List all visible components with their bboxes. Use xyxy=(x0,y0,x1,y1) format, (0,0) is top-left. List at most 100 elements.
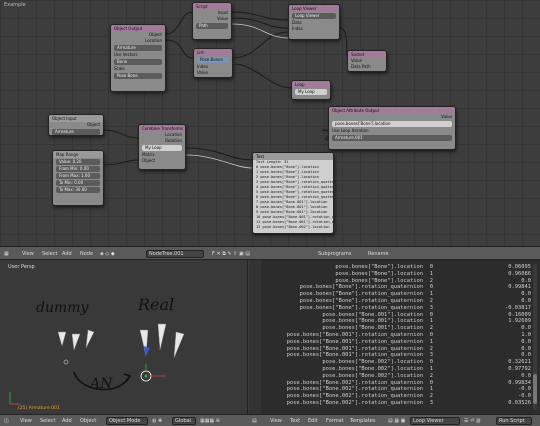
value: 0.96086 xyxy=(508,270,531,277)
value-field[interactable]: Value: 0.20 xyxy=(56,159,100,165)
viewport-drawing: dummy Real AN xyxy=(9,295,185,405)
map-range-node[interactable]: Map Range Value: 0.20 From Min: 0.00 Fro… xyxy=(52,150,104,206)
socket-label: Value xyxy=(441,114,452,119)
node-editor-header: ▦ View Select Add Node ◈ ◇ ◆ NodeTree.00… xyxy=(0,246,540,260)
value: 0.97792 xyxy=(508,366,531,372)
data-path: pose.bones["Bone"].rotation_quaternion xyxy=(299,304,423,311)
text-scrollbar[interactable] xyxy=(533,264,537,410)
menu-add[interactable]: Add xyxy=(62,417,72,425)
combine-field[interactable]: My Loop xyxy=(142,145,182,151)
value: 0.32621 xyxy=(508,359,531,366)
data-path: pose.bones["Bone.001"].location xyxy=(322,311,423,318)
subprograms-button[interactable]: Subprograms xyxy=(318,250,351,258)
tree-type-icon[interactable]: ◈ ◇ ◆ xyxy=(100,250,115,258)
to-min-field[interactable]: To Min: 0.00 xyxy=(56,180,100,186)
text-menu-edit[interactable]: Edit xyxy=(308,417,318,425)
data-path: pose.bones["Bone"].rotation_quaternion xyxy=(299,298,423,304)
loop-viewer-node[interactable]: Loop Viewer Loop Viewer Data Index xyxy=(288,4,340,40)
value: -0.0 xyxy=(518,393,531,400)
list-field[interactable]: Pose Bones xyxy=(197,57,229,63)
data-path-field[interactable]: pose.bones['Bone'].location xyxy=(332,121,452,127)
editor-type-icon[interactable]: ▦ xyxy=(4,250,9,258)
scroll-thumb[interactable] xyxy=(533,374,537,404)
text-icons[interactable]: ▤ ▦ ▣ xyxy=(388,417,405,425)
node-title: Text xyxy=(253,153,333,160)
array-index: 2 xyxy=(429,345,433,352)
text-menu-templates[interactable]: Templates xyxy=(350,417,375,425)
value: 0.0 xyxy=(521,298,531,304)
path-field[interactable]: Path xyxy=(196,23,228,29)
menu-add[interactable]: Add xyxy=(62,250,72,258)
node-title: Object Attribute Output xyxy=(329,107,455,114)
handwritten-real: Real xyxy=(137,295,174,314)
node-tree-select[interactable]: NodeTree.001 xyxy=(146,250,204,258)
use-loop-checkbox[interactable]: Use Loop Iteration xyxy=(329,128,455,134)
array-index: 3 xyxy=(429,400,433,406)
value: 0.99841 xyxy=(508,284,531,291)
text-block-select[interactable]: Loop Viewer xyxy=(410,417,460,425)
data-path: pose.bones["Bone.002"].location xyxy=(322,359,423,366)
text-editor[interactable]: pose.bones["Bone"].location 0 0.06095 pose.… xyxy=(249,260,540,414)
layer-icons[interactable]: ▦▦▦ ⊕ xyxy=(200,417,220,425)
header-icons[interactable]: F ✕ ⧉ ✎ ⇧ ▣ ▤ xyxy=(212,250,250,258)
use-vectors-checkbox[interactable]: Use Vectors xyxy=(111,52,165,58)
socket-label: Rotation xyxy=(165,138,182,143)
mode-select[interactable]: Object Mode xyxy=(106,417,148,425)
menu-node[interactable]: Node xyxy=(80,250,93,258)
array-index: 2 xyxy=(429,298,433,304)
from-min-field[interactable]: From Min: 0.00 xyxy=(56,166,100,172)
text-menu-text[interactable]: Text xyxy=(290,417,300,425)
text-menu-view[interactable]: View xyxy=(270,417,282,425)
value: 0.0 xyxy=(521,291,531,298)
text-view-icons[interactable]: ☰ ⏎ ▥ xyxy=(464,417,481,425)
socket-node[interactable]: Socket Value Data Path xyxy=(347,50,387,72)
menu-select[interactable]: Select xyxy=(40,417,55,425)
blender-window: Example Object Output Object Location Ar… xyxy=(0,0,540,426)
from-max-field[interactable]: From Max: 1.00 xyxy=(56,173,100,179)
node-editor[interactable]: Example Object Output Object Location Ar… xyxy=(0,0,540,246)
loop-node[interactable]: Loop My Loop xyxy=(291,80,331,100)
node-title: Object Output xyxy=(111,25,165,32)
armature-field[interactable]: Armature xyxy=(52,129,100,135)
bone-field[interactable]: Bone xyxy=(114,59,162,65)
to-max-field[interactable]: To Max: 30.00 xyxy=(56,187,100,193)
script-node[interactable]: Script Input Value Path xyxy=(192,2,232,40)
data-path: pose.bones["Bone"].rotation_quaternion xyxy=(299,284,423,291)
object-attribute-output-node[interactable]: Object Attribute Output Value pose.bones… xyxy=(328,106,456,150)
object-input-node[interactable]: Object Input Object Armature xyxy=(48,114,104,136)
3d-viewport[interactable]: User Persp dummy Real AN (25) Armature.0… xyxy=(0,260,248,414)
value: 1.92609 xyxy=(508,318,531,325)
text-menu-format[interactable]: Format xyxy=(326,417,344,425)
mode-field[interactable]: Pose Bone xyxy=(114,73,162,79)
object-output-node[interactable]: Object Output Object Location Armature U… xyxy=(110,24,166,92)
node-title: Object Input xyxy=(49,115,103,122)
text-editor-type-icon[interactable]: ▤ xyxy=(252,417,257,425)
shading-icons[interactable]: ◍ ✥ xyxy=(152,417,162,425)
value: 0.0 xyxy=(521,345,531,352)
rename-button[interactable]: Rename xyxy=(368,250,389,258)
editor-type-icon[interactable]: ◫ xyxy=(4,417,9,425)
value: 1.0 xyxy=(521,332,531,338)
loop-name-field[interactable]: My Loop xyxy=(295,89,327,95)
object-field[interactable]: Armature xyxy=(114,45,162,51)
object-field[interactable]: Armature.001 xyxy=(332,135,452,141)
orientation-select[interactable]: Global xyxy=(172,417,196,425)
list-node[interactable]: List Pose Bones Index Value xyxy=(193,48,233,78)
handwritten-dummy: dummy xyxy=(36,300,90,316)
array-index: 1 xyxy=(429,291,433,298)
data-path: pose.bones["Bone"].location xyxy=(335,277,423,284)
menu-object[interactable]: Object xyxy=(80,417,96,425)
run-script-button[interactable]: Run Script xyxy=(496,417,532,425)
menu-view[interactable]: View xyxy=(20,417,32,425)
data-path: pose.bones["Bone"].rotation_quaternion xyxy=(299,291,423,298)
menu-view[interactable]: View xyxy=(22,250,34,258)
menu-select[interactable]: Select xyxy=(42,250,57,258)
combine-transforms-node[interactable]: Combine Transforms Location Rotation My … xyxy=(138,124,186,170)
data-path: pose.bones["Bone.001"].location xyxy=(322,318,423,325)
data-path: pose.bones["Bone"].location xyxy=(335,264,423,270)
array-index: 0 xyxy=(429,379,433,386)
data-path: pose.bones["Bone.001"].rotation_quaterni… xyxy=(286,332,423,338)
text-output-node[interactable]: Text Text Length: 31 0 pose.bones["Bone"… xyxy=(252,152,334,234)
value: 0.0 xyxy=(521,325,531,332)
loop-field[interactable]: Loop Viewer xyxy=(292,13,336,19)
